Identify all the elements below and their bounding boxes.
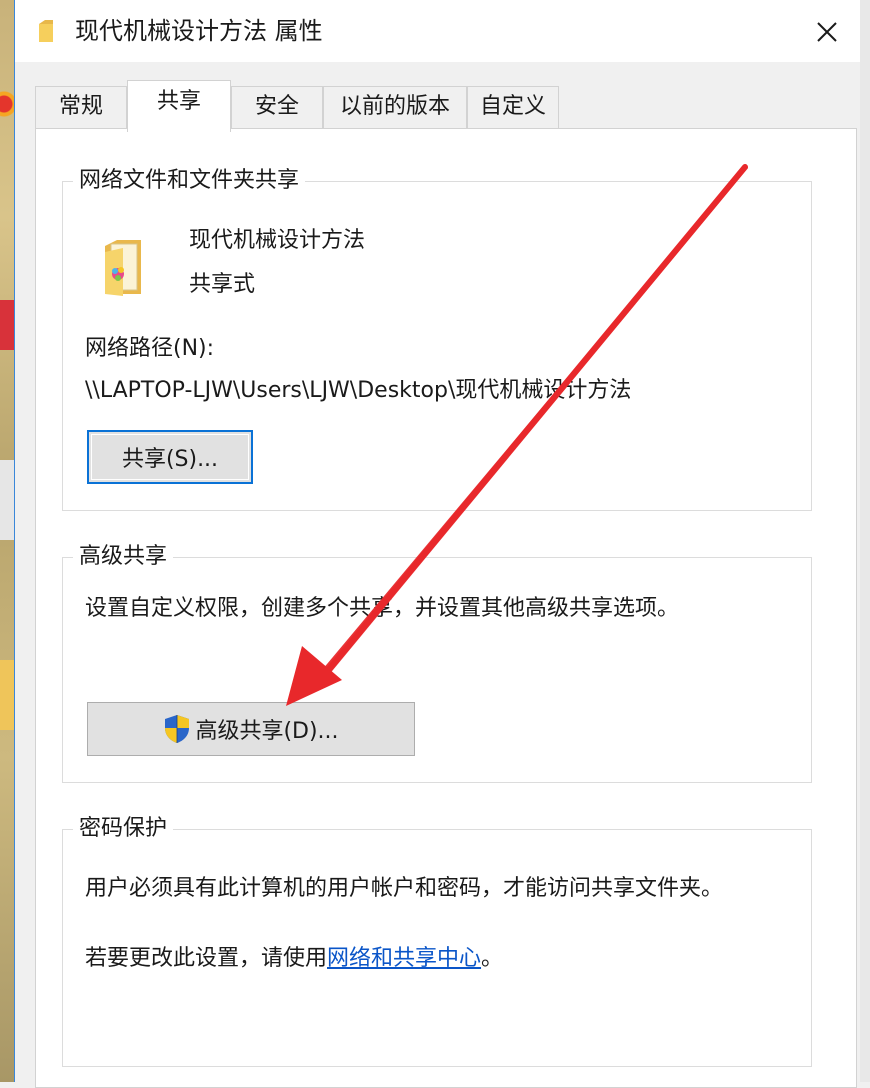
- group-title: 网络文件和文件夹共享: [73, 166, 306, 196]
- share-button[interactable]: 共享(S)...: [87, 430, 253, 484]
- group-title: 高级共享: [73, 542, 174, 572]
- group-title: 密码保护: [73, 814, 174, 844]
- desktop-background: [0, 0, 14, 1082]
- password-protection-group: 密码保护 用户必须具有此计算机的用户帐户和密码，才能访问共享文件夹。 若要更改此…: [62, 814, 812, 1067]
- tab-general[interactable]: 常规: [35, 86, 127, 130]
- network-sharing-group: 网络文件和文件夹共享 现代机械设计方法 共享式 网络路径(N): \\LAPTO…: [62, 166, 812, 511]
- advanced-sharing-group: 高级共享 设置自定义权限，创建多个共享，并设置其他高级共享选项。 高级共享(D)…: [62, 542, 812, 783]
- password-protection-description: 用户必须具有此计算机的用户帐户和密码，才能访问共享文件夹。: [85, 876, 724, 901]
- shared-folder-icon: [105, 240, 141, 296]
- desktop-app-icon[interactable]: [0, 300, 14, 350]
- share-status: 共享式: [189, 272, 256, 297]
- advanced-sharing-button-label: 高级共享(D)...: [195, 719, 339, 744]
- desktop-app-icon[interactable]: [0, 80, 14, 140]
- window-title: 现代机械设计方法 属性: [75, 17, 323, 45]
- tab-previous-versions[interactable]: 以前的版本: [323, 86, 467, 130]
- change-setting-text: 若要更改此设置，请使用网络和共享中心。: [85, 944, 503, 974]
- close-button[interactable]: [807, 12, 847, 52]
- tab-bar: 常规 共享 安全 以前的版本 自定义: [35, 80, 855, 132]
- properties-window: 现代机械设计方法 属性 常规 共享 安全 以前的版本 自定义 网络文件和文件夹共…: [14, 0, 861, 1088]
- desktop-folder-icon[interactable]: [0, 660, 14, 730]
- tab-customize[interactable]: 自定义: [467, 86, 559, 130]
- desktop-background-right: [860, 0, 870, 1082]
- advanced-sharing-button[interactable]: 高级共享(D)...: [87, 702, 415, 756]
- uac-shield-icon: [165, 715, 190, 743]
- network-sharing-center-link[interactable]: 网络和共享中心: [327, 946, 481, 971]
- tab-sharing[interactable]: 共享: [127, 80, 231, 132]
- network-path-label: 网络路径(N):: [85, 336, 215, 361]
- folder-icon: [39, 20, 53, 42]
- share-button-label: 共享(S)...: [121, 447, 219, 472]
- title-bar: 现代机械设计方法 属性: [15, 0, 861, 62]
- tab-security[interactable]: 安全: [231, 86, 323, 130]
- sharing-tab-panel: 网络文件和文件夹共享 现代机械设计方法 共享式 网络路径(N): \\LAPTO…: [35, 128, 857, 1088]
- change-setting-prefix: 若要更改此设置，请使用: [85, 946, 328, 971]
- advanced-sharing-description: 设置自定义权限，创建多个共享，并设置其他高级共享选项。: [85, 596, 680, 621]
- network-path-value: \\LAPTOP-LJW\Users\LJW\Desktop\现代机械设计方法: [85, 378, 632, 403]
- desktop-file-icon[interactable]: [0, 460, 14, 540]
- change-setting-suffix: 。: [481, 946, 504, 971]
- folder-name: 现代机械设计方法: [189, 228, 366, 253]
- close-icon: [817, 22, 837, 42]
